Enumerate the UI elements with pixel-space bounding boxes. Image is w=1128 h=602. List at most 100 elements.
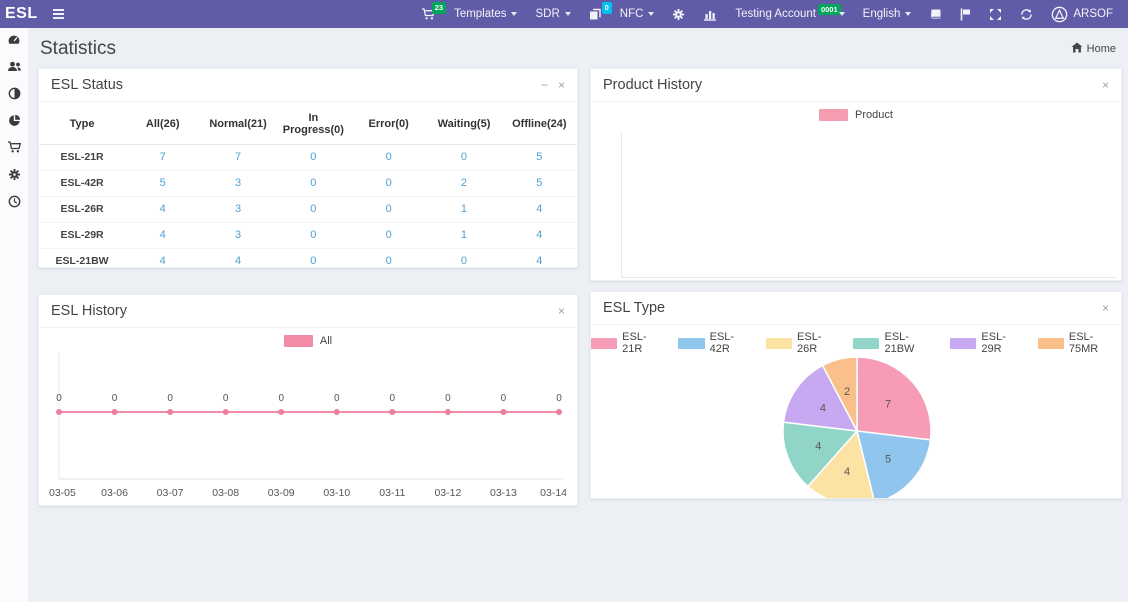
legend-swatch (819, 109, 849, 121)
status-count-link[interactable]: 0 (386, 255, 392, 267)
status-count-link[interactable]: 4 (160, 255, 166, 267)
sidebar-item-reports[interactable] (0, 109, 28, 136)
close-icon[interactable]: × (1102, 302, 1109, 314)
status-count-link[interactable]: 0 (386, 203, 392, 215)
column-header: Offline(24) (501, 104, 577, 145)
legend-item[interactable]: ESL-26R (765, 331, 840, 355)
refresh-nav-button[interactable] (1011, 0, 1042, 28)
data-point (444, 409, 451, 415)
collapse-icon[interactable]: − (541, 79, 548, 91)
status-count-link[interactable]: 4 (235, 255, 241, 267)
legend-label: ESL-42R (709, 331, 735, 355)
status-count-link[interactable]: 4 (160, 229, 166, 241)
sidebar-item-dashboard[interactable] (0, 28, 28, 55)
flag-nav-button[interactable] (951, 0, 980, 28)
legend-item[interactable]: ESL-21R (591, 331, 665, 355)
x-tick-label: 03-12 (434, 487, 461, 499)
status-count-link[interactable]: 0 (310, 177, 316, 189)
sidebar-item-labels[interactable] (0, 82, 28, 109)
bar-chart-icon (703, 8, 717, 21)
esl-type-chart: 7 5 4 4 4 2 (782, 356, 932, 498)
nfc-label: NFC (619, 8, 644, 20)
sidebar-item-settings[interactable] (0, 163, 28, 190)
statistics-nav-button[interactable] (694, 0, 726, 28)
status-count-link[interactable]: 3 (235, 203, 241, 215)
legend-item[interactable]: ESL-29R (950, 331, 1024, 355)
status-count-link[interactable]: 0 (310, 255, 316, 267)
sidebar-item-products[interactable] (0, 136, 28, 163)
status-count-link[interactable]: 3 (235, 177, 241, 189)
table-row: ESL-21BW 4 4 0 0 0 4 (39, 248, 577, 267)
status-count-link[interactable]: 4 (536, 203, 542, 215)
templates-menu[interactable]: Templates (445, 0, 526, 28)
status-count-link[interactable]: 0 (386, 229, 392, 241)
docs-nav-button[interactable] (920, 0, 951, 28)
status-count-link[interactable]: 2 (461, 177, 467, 189)
cart-nav-button[interactable]: 23 (412, 0, 447, 28)
close-icon[interactable]: × (558, 79, 565, 91)
status-count-link[interactable]: 4 (536, 255, 542, 267)
table-row: ESL-21R 7 7 0 0 0 5 (39, 144, 577, 171)
user-menu[interactable]: ARSOF (1042, 0, 1122, 28)
breadcrumb[interactable]: Home (1071, 42, 1116, 56)
legend-item[interactable]: ESL-42R (678, 331, 752, 355)
esl-status-tbody: ESL-21R 7 7 0 0 0 5 ESL-42R 5 3 0 0 2 5 ESL-26R 4 3 0 0 1 4 E… (39, 144, 577, 267)
status-count-link[interactable]: 0 (461, 255, 467, 267)
sidebar-toggle-button[interactable] (46, 0, 72, 28)
legend-label: ESL-21BW (884, 331, 915, 355)
copy-nav-button[interactable]: 0 (580, 0, 612, 28)
status-count-link[interactable]: 0 (386, 151, 392, 163)
value-label: 0 (278, 393, 284, 404)
table-row: ESL-29R 4 3 0 0 1 4 (39, 222, 577, 249)
esl-type-cell: ESL-42R (39, 170, 126, 197)
data-point (278, 409, 285, 415)
status-count-link[interactable]: 0 (386, 177, 392, 189)
pie-value-label: 4 (844, 466, 850, 478)
value-label: 0 (167, 393, 173, 404)
value-label: 0 (556, 393, 562, 404)
esl-status-table: Type All(26) Normal(21) In Progress(0) Error… (39, 104, 577, 267)
status-count-link[interactable]: 5 (536, 177, 542, 189)
account-menu[interactable]: Testing Account 0001 (726, 0, 853, 28)
esl-type-legend: ESL-21R ESL-42R ESL-26R ESL-21BW ESL-29R ESL-… (591, 331, 1121, 355)
data-point (222, 409, 229, 415)
status-count-link[interactable]: 0 (310, 151, 316, 163)
product-history-legend[interactable]: Product (591, 109, 1121, 121)
status-count-link[interactable]: 1 (461, 229, 467, 241)
dashboard-icon (7, 33, 21, 51)
status-count-link[interactable]: 3 (235, 229, 241, 241)
sdr-menu[interactable]: SDR (526, 0, 579, 28)
copy-icon (589, 8, 602, 21)
account-label: Testing Account (735, 8, 816, 20)
pie-value-label: 2 (844, 386, 850, 398)
esl-history-legend[interactable]: All (39, 335, 577, 347)
x-tick-label: 03-09 (268, 487, 295, 499)
status-count-link[interactable]: 7 (235, 151, 241, 163)
close-icon[interactable]: × (1102, 79, 1109, 91)
status-count-link[interactable]: 5 (160, 177, 166, 189)
status-count-link[interactable]: 7 (160, 151, 166, 163)
settings-nav-button[interactable] (663, 0, 694, 28)
status-count-link[interactable]: 5 (536, 151, 542, 163)
sidebar-item-history[interactable] (0, 190, 28, 217)
sidebar-item-users[interactable] (0, 55, 28, 82)
status-count-link[interactable]: 0 (310, 203, 316, 215)
x-tick-label: 03-05 (49, 487, 76, 499)
x-tick-label: 03-11 (379, 487, 405, 499)
nfc-menu[interactable]: NFC (611, 0, 664, 28)
app-logo[interactable]: ESL (0, 5, 46, 23)
legend-item[interactable]: ESL-21BW (853, 331, 937, 355)
status-count-link[interactable]: 4 (536, 229, 542, 241)
close-icon[interactable]: × (558, 305, 565, 317)
fullscreen-nav-button[interactable] (980, 0, 1011, 28)
status-count-link[interactable]: 0 (310, 229, 316, 241)
language-menu[interactable]: English (854, 0, 921, 28)
legend-item[interactable]: ESL-75MR (1037, 331, 1121, 355)
legend-label: All (319, 335, 333, 347)
status-count-link[interactable]: 0 (461, 151, 467, 163)
status-count-link[interactable]: 4 (160, 203, 166, 215)
status-count-link[interactable]: 1 (461, 203, 467, 215)
navbar-right: 23 Templates SDR 0 NFC Testing Account 0… (412, 0, 1128, 28)
esl-type-cell: ESL-29R (39, 222, 126, 249)
esl-type-cell: ESL-26R (39, 196, 126, 223)
